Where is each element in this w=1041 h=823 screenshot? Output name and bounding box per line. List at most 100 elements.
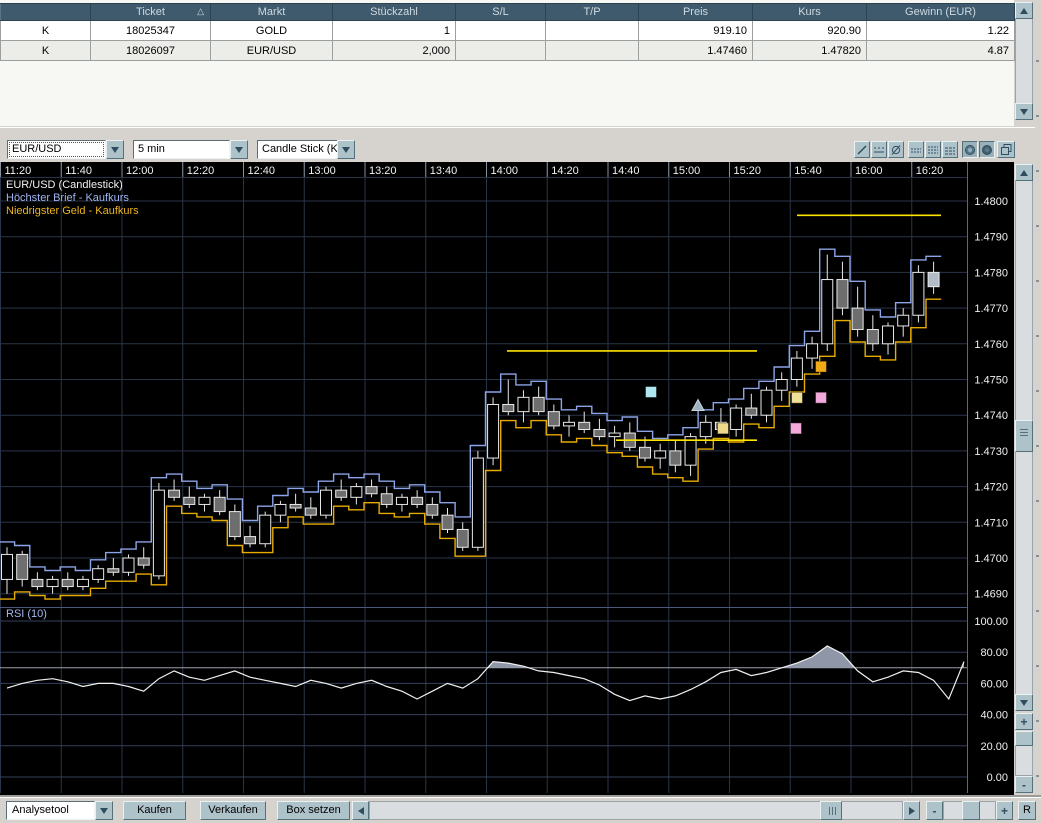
box-setzen-button[interactable]: Box setzen xyxy=(277,801,350,820)
chart-label: 40.00 xyxy=(980,710,1008,722)
verkaufen-button[interactable]: Verkaufen xyxy=(200,801,266,820)
grip-icon xyxy=(827,807,836,815)
chart-label: 1.4790 xyxy=(974,232,1008,244)
line-draw-tool-button[interactable] xyxy=(854,141,870,158)
reset-button[interactable]: R xyxy=(1018,801,1036,820)
column-header[interactable]: Gewinn (EUR) xyxy=(867,4,1015,21)
layout-rows-2-button[interactable] xyxy=(925,141,941,158)
cascade-windows-icon xyxy=(1000,143,1013,156)
column-header[interactable]: Preis xyxy=(639,4,753,21)
column-header[interactable]: S/L xyxy=(456,4,546,21)
edge-splitter[interactable] xyxy=(1035,0,1041,822)
chart-hscrollbar-thumb[interactable] xyxy=(820,801,842,820)
vertical-zoom-thumb[interactable] xyxy=(1015,731,1033,746)
symbol-select[interactable]: EUR/USD xyxy=(7,140,106,159)
dashed-rows-icon xyxy=(944,144,956,156)
chart-marker[interactable] xyxy=(816,361,827,372)
table-cell xyxy=(546,41,639,61)
layout-rows-1-button[interactable] xyxy=(908,141,924,158)
chart-label: 14:00 xyxy=(491,165,519,177)
vertical-zoom-in-button[interactable]: + xyxy=(1015,713,1033,730)
chart-label: 16:20 xyxy=(916,165,944,177)
chart-marker[interactable] xyxy=(816,392,827,403)
line-icon xyxy=(856,144,868,156)
chart-label: 12:40 xyxy=(248,165,276,177)
table-cell: 919.10 xyxy=(639,21,753,41)
clear-drawings-button[interactable] xyxy=(888,141,904,158)
chart-label: 1.4800 xyxy=(974,196,1008,208)
pattern-sphere-light-button[interactable] xyxy=(979,141,995,158)
chart-label: EUR/USD (Candlestick) xyxy=(6,179,123,191)
sphere-icon xyxy=(981,144,993,156)
chart-label: 12:20 xyxy=(187,165,215,177)
column-header[interactable] xyxy=(1,4,91,21)
arrow-left-icon xyxy=(358,807,364,815)
chart-marker[interactable] xyxy=(792,392,803,403)
plus-icon: + xyxy=(1020,716,1027,728)
positions-scroll-up-button[interactable] xyxy=(1015,2,1033,19)
column-header[interactable]: Stückzahl xyxy=(333,4,456,21)
chart-scroll-left-button[interactable] xyxy=(352,801,369,820)
table-cell: K xyxy=(1,21,91,41)
column-header[interactable]: T/P xyxy=(546,4,639,21)
kaufen-button[interactable]: Kaufen xyxy=(123,801,186,820)
analysetool-select[interactable]: Analysetool xyxy=(6,801,95,820)
chart-type-select-arrow-button[interactable] xyxy=(337,140,355,159)
chart-marker[interactable] xyxy=(718,423,729,434)
chart-label: 20.00 xyxy=(980,741,1008,753)
chart-label: 11:40 xyxy=(65,165,92,177)
indicator-settings-button[interactable] xyxy=(871,141,887,158)
table-cell: 920.90 xyxy=(753,21,867,41)
table-cell: 1.47460 xyxy=(639,41,753,61)
chart-label: 15:00 xyxy=(673,165,701,177)
arrow-up-icon xyxy=(1020,8,1028,14)
chart-label: 1.4770 xyxy=(974,303,1008,315)
sphere-icon xyxy=(964,144,976,156)
chart-label: 1.4750 xyxy=(974,375,1008,387)
chart-label: 15:20 xyxy=(734,165,762,177)
horizontal-zoom-in-button[interactable]: + xyxy=(996,801,1013,820)
chart-label: Niedrigster Geld - Kaufkurs xyxy=(6,205,139,217)
interval-select-arrow-button[interactable] xyxy=(230,140,248,159)
horizontal-zoom-out-button[interactable]: - xyxy=(926,801,943,820)
chart-marker[interactable] xyxy=(791,423,802,434)
chevron-down-icon xyxy=(111,147,119,153)
vertical-zoom-out-button[interactable]: - xyxy=(1015,776,1033,793)
pattern-sphere-dark-button[interactable] xyxy=(962,141,978,158)
symbol-select-arrow-button[interactable] xyxy=(106,140,124,159)
interval-select[interactable]: 5 min xyxy=(133,140,230,159)
table-cell xyxy=(546,21,639,41)
chart-scrollbar-thumb[interactable] xyxy=(1015,420,1033,452)
minus-icon: - xyxy=(1022,779,1026,791)
table-cell: 18026097 xyxy=(91,41,211,61)
table-cell xyxy=(456,41,546,61)
table-cell: K xyxy=(1,41,91,61)
chart-label: 1.4700 xyxy=(974,553,1008,565)
horizontal-zoom-thumb[interactable] xyxy=(962,801,980,820)
chart-scroll-down-button[interactable] xyxy=(1015,694,1033,711)
chart-label: 1.4690 xyxy=(974,589,1008,601)
position-row[interactable]: K18026097EUR/USD2,0001.474601.478204.87 xyxy=(1,41,1015,61)
plus-icon: + xyxy=(1001,805,1008,817)
chart-label: 12:00 xyxy=(126,165,154,177)
price-chart[interactable]: 11:2011:4012:0012:2012:4013:0013:2013:40… xyxy=(0,162,1014,797)
column-header[interactable]: Ticket△ xyxy=(91,4,211,21)
analysetool-arrow-button[interactable] xyxy=(95,801,113,820)
chart-background xyxy=(0,162,1014,797)
chart-marker[interactable] xyxy=(646,386,657,397)
chevron-down-icon xyxy=(235,147,243,153)
chevron-down-icon xyxy=(100,808,108,814)
positions-scroll-down-button[interactable] xyxy=(1015,103,1033,120)
cascade-windows-button[interactable] xyxy=(997,141,1015,158)
column-header[interactable]: Kurs xyxy=(753,4,867,21)
chart-toolbar: EUR/USD 5 min Candle Stick (Kerze xyxy=(0,127,1041,162)
chart-scroll-up-button[interactable] xyxy=(1015,164,1033,181)
chart-label: 100.00 xyxy=(974,616,1008,628)
arrow-down-icon xyxy=(1020,109,1028,115)
column-header[interactable]: Markt xyxy=(211,4,333,21)
position-row[interactable]: K18025347GOLD1919.10920.901.22 xyxy=(1,21,1015,41)
minus-icon: - xyxy=(933,805,937,817)
layout-rows-3-button[interactable] xyxy=(942,141,958,158)
chart-scroll-right-button[interactable] xyxy=(903,801,920,820)
chart-label: 1.4720 xyxy=(974,482,1008,494)
